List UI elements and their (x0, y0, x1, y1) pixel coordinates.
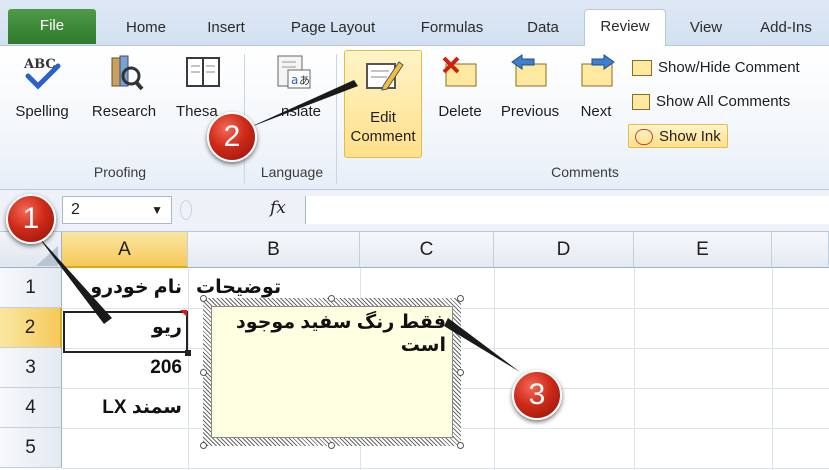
next-comment-button[interactable]: Next (570, 52, 622, 121)
resize-handle[interactable] (328, 442, 335, 449)
previous-comment-button[interactable]: Previous (494, 52, 566, 121)
column-header-d[interactable]: D (494, 232, 634, 268)
column-header-b[interactable]: B (188, 232, 360, 268)
tab-home[interactable]: Home (110, 11, 182, 46)
show-all-comments-icon (632, 94, 650, 111)
svg-text:a: a (291, 73, 298, 87)
formula-input[interactable] (305, 196, 829, 224)
name-box[interactable]: 2 ▼ (62, 196, 172, 224)
delete-comment-icon (442, 56, 477, 87)
proofing-group-label: Proofing (93, 164, 147, 180)
resize-handle[interactable] (457, 442, 464, 449)
formula-divider (180, 200, 192, 220)
grid-line (62, 468, 829, 469)
grid-line (494, 268, 495, 470)
resize-handle[interactable] (457, 295, 464, 302)
cell-a1[interactable]: نام خودرو (62, 268, 188, 308)
cell-a4[interactable]: سمند LX (62, 388, 188, 428)
show-ink-button[interactable]: Show Ink (628, 124, 728, 148)
row-header-4[interactable]: 4 (0, 388, 62, 428)
edit-comment-icon (366, 61, 404, 91)
cell-a5[interactable] (62, 428, 188, 468)
row-header-1[interactable]: 1 (0, 268, 62, 308)
callout-2: 2 (207, 112, 257, 162)
translate-icon: a あ (277, 55, 311, 89)
comments-group-label: Comments (551, 164, 619, 180)
cell-b1[interactable]: توضیحات (196, 276, 281, 299)
tab-page-layout[interactable]: Page Layout (274, 11, 392, 46)
column-header-a[interactable]: A (62, 232, 188, 268)
thesaurus-icon (186, 57, 220, 87)
delete-comment-button[interactable]: Delete (428, 52, 492, 121)
research-button[interactable]: Research (84, 52, 164, 121)
active-cell-border (63, 311, 191, 356)
grid-line (772, 268, 773, 470)
thesaurus-button[interactable]: Thesa (168, 52, 238, 121)
translate-button[interactable]: a あ nslate (252, 52, 332, 121)
tab-insert[interactable]: Insert (190, 11, 262, 46)
ribbon-separator (336, 54, 337, 184)
tab-view[interactable]: View (676, 11, 736, 46)
grid-line (634, 268, 635, 470)
resize-handle[interactable] (200, 369, 207, 376)
comment-indicator-icon (180, 310, 187, 317)
spelling-button[interactable]: ABC Spelling (10, 52, 74, 121)
show-all-comments-button[interactable]: Show All Comments (632, 90, 790, 114)
show-hide-comment-button[interactable]: Show/Hide Comment (632, 56, 800, 80)
edit-comment-button[interactable]: Edit Comment (344, 56, 422, 146)
column-header-f[interactable] (772, 232, 829, 268)
svg-text:あ: あ (299, 74, 310, 87)
next-comment-icon (581, 54, 615, 87)
ribbon-review: ABC Spelling Research Thesa Proofing a あ… (0, 46, 829, 190)
tab-review[interactable]: Review (584, 9, 666, 46)
research-icon (111, 55, 144, 91)
name-box-dropdown-icon[interactable]: ▼ (151, 197, 163, 223)
resize-handle[interactable] (200, 295, 207, 302)
formula-bar: 2 ▼ fx (0, 190, 829, 232)
previous-comment-icon (511, 54, 547, 87)
row-header-5[interactable]: 5 (0, 428, 62, 468)
column-header-c[interactable]: C (360, 232, 494, 268)
callout-1: 1 (6, 194, 56, 244)
language-group-label: Language (260, 164, 324, 180)
spelling-icon: ABC (23, 57, 61, 90)
tab-add-ins[interactable]: Add-Ins (746, 11, 826, 46)
ribbon-tab-bar: File Home Insert Page Layout Formulas Da… (0, 0, 829, 46)
grid-line (188, 268, 189, 470)
show-hide-comment-icon (632, 60, 652, 77)
tab-formulas[interactable]: Formulas (404, 11, 500, 46)
row-header-3[interactable]: 3 (0, 348, 62, 388)
show-ink-icon (635, 129, 653, 146)
cell-a3[interactable]: 206 (62, 348, 188, 388)
tab-data[interactable]: Data (510, 11, 576, 46)
resize-handle[interactable] (200, 442, 207, 449)
column-header-e[interactable]: E (634, 232, 772, 268)
callout-3: 3 (512, 370, 562, 420)
resize-handle[interactable] (457, 369, 464, 376)
resize-handle[interactable] (328, 295, 335, 302)
tab-file[interactable]: File (8, 9, 96, 44)
row-header-2[interactable]: 2 (0, 308, 62, 348)
insert-function-icon[interactable]: fx (270, 198, 286, 218)
comment-box[interactable]: فقط رنگ سفید موجود است (211, 306, 453, 438)
select-all-triangle-icon (36, 246, 58, 266)
